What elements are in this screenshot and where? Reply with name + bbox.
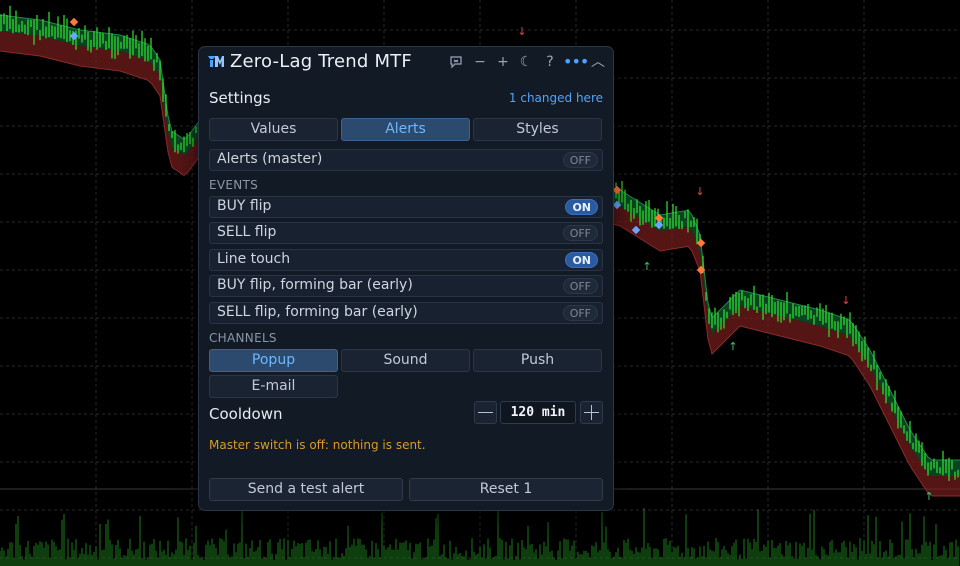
touch-diamond-icon [69, 17, 79, 27]
buy-arrow-icon: ↑ [924, 490, 933, 503]
sell-arrow-icon: ↓ [841, 294, 850, 307]
row-label: SELL flip [217, 224, 277, 240]
toggle-state: OFF [562, 225, 598, 241]
channel-popup-button[interactable]: Popup [209, 349, 338, 372]
indicator-settings-panel: Zero-Lag Trend MTF − + ☾ ? ••• ︿ Setting… [198, 46, 614, 511]
events-section-header: EVENTS [209, 178, 259, 192]
buy-arrow-icon: ↑ [728, 340, 737, 353]
indicator-logo-icon [208, 56, 224, 67]
chat-off-icon[interactable] [447, 52, 465, 72]
sell-arrow-icon: ↓ [695, 185, 704, 198]
cooldown-decrement-button[interactable] [474, 401, 497, 424]
channel-sound-button[interactable]: Sound [341, 349, 470, 372]
toggle-state: OFF [562, 152, 598, 168]
channels-section-header: CHANNELS [209, 331, 277, 345]
toggle-state: ON [565, 252, 598, 268]
row-label: Alerts (master) [217, 151, 323, 167]
tab-alerts[interactable]: Alerts [341, 118, 470, 141]
panel-title: Zero-Lag Trend MTF [230, 51, 412, 72]
alerts-master-toggle[interactable]: Alerts (master) OFF [209, 149, 603, 171]
tab-styles[interactable]: Styles [473, 118, 602, 141]
cooldown-label: Cooldown [209, 405, 283, 423]
event-sell-flip-early-toggle[interactable]: SELL flip, forming bar (early) OFF [209, 302, 603, 324]
reset-button[interactable]: Reset 1 [409, 478, 603, 501]
plus-icon[interactable]: + [494, 52, 512, 72]
channel-email-button[interactable]: E-mail [209, 375, 338, 398]
tab-values[interactable]: Values [209, 118, 338, 141]
master-off-warning: Master switch is off: nothing is sent. [209, 438, 426, 452]
sell-arrow-icon: ↓ [517, 25, 526, 38]
cooldown-value[interactable]: 120 min [500, 401, 576, 424]
send-test-alert-button[interactable]: Send a test alert [209, 478, 403, 501]
toggle-state: ON [565, 199, 598, 215]
changed-here-link[interactable]: 1 changed here [509, 91, 603, 105]
row-label: SELL flip, forming bar (early) [217, 304, 418, 320]
event-buy-flip-toggle[interactable]: BUY flip ON [209, 196, 603, 218]
row-label: BUY flip, forming bar (early) [217, 277, 413, 293]
moon-icon[interactable]: ☾ [517, 52, 535, 72]
toggle-state: OFF [562, 305, 598, 321]
row-label: Line touch [217, 251, 291, 267]
cooldown-increment-button[interactable] [580, 401, 603, 424]
settings-heading: Settings [209, 89, 271, 107]
panel-titlebar[interactable]: Zero-Lag Trend MTF − + ☾ ? ••• ︿ [199, 47, 613, 77]
buy-arrow-icon: ↑ [642, 260, 651, 273]
event-sell-flip-toggle[interactable]: SELL flip OFF [209, 222, 603, 244]
event-buy-flip-early-toggle[interactable]: BUY flip, forming bar (early) OFF [209, 275, 603, 297]
toggle-state: OFF [562, 278, 598, 294]
collapse-icon[interactable]: ︿ [589, 52, 607, 72]
event-line-touch-toggle[interactable]: Line touch ON [209, 249, 603, 271]
row-label: BUY flip [217, 198, 272, 214]
channel-push-button[interactable]: Push [473, 349, 602, 372]
more-icon[interactable]: ••• [563, 52, 589, 72]
minus-icon[interactable]: − [471, 52, 489, 72]
volume-histogram [0, 508, 959, 566]
help-icon[interactable]: ? [541, 52, 559, 72]
